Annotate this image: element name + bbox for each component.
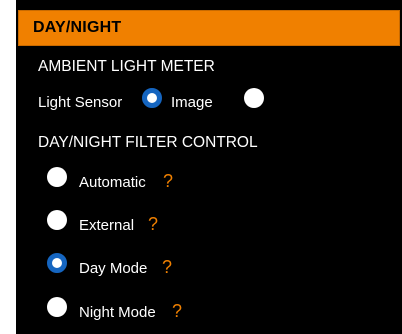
ambient-light-meter-title: AMBIENT LIGHT METER: [38, 58, 215, 75]
night-mode-label: Night Mode: [79, 304, 156, 321]
panel-title: DAY/NIGHT: [33, 19, 122, 36]
day-night-panel: DAY/NIGHT AMBIENT LIGHT METER Light Sens…: [16, 0, 402, 334]
light-sensor-radio[interactable]: [142, 88, 162, 108]
panel-header: DAY/NIGHT: [18, 10, 400, 46]
night-mode-help-icon[interactable]: ?: [172, 302, 182, 320]
automatic-help-icon[interactable]: ?: [163, 172, 173, 190]
day-mode-help-icon[interactable]: ?: [162, 258, 172, 276]
external-radio[interactable]: [47, 210, 67, 230]
day-mode-label: Day Mode: [79, 260, 148, 277]
day-mode-radio[interactable]: [47, 253, 67, 273]
external-help-icon[interactable]: ?: [148, 215, 158, 233]
night-mode-radio[interactable]: [47, 297, 67, 317]
image-radio[interactable]: [244, 88, 264, 108]
automatic-radio[interactable]: [47, 167, 67, 187]
automatic-label: Automatic: [79, 174, 146, 191]
filter-control-title: DAY/NIGHT FILTER CONTROL: [38, 134, 258, 151]
external-label: External: [79, 217, 135, 234]
light-sensor-label: Light Sensor: [38, 94, 123, 111]
image-label: Image: [171, 94, 213, 111]
